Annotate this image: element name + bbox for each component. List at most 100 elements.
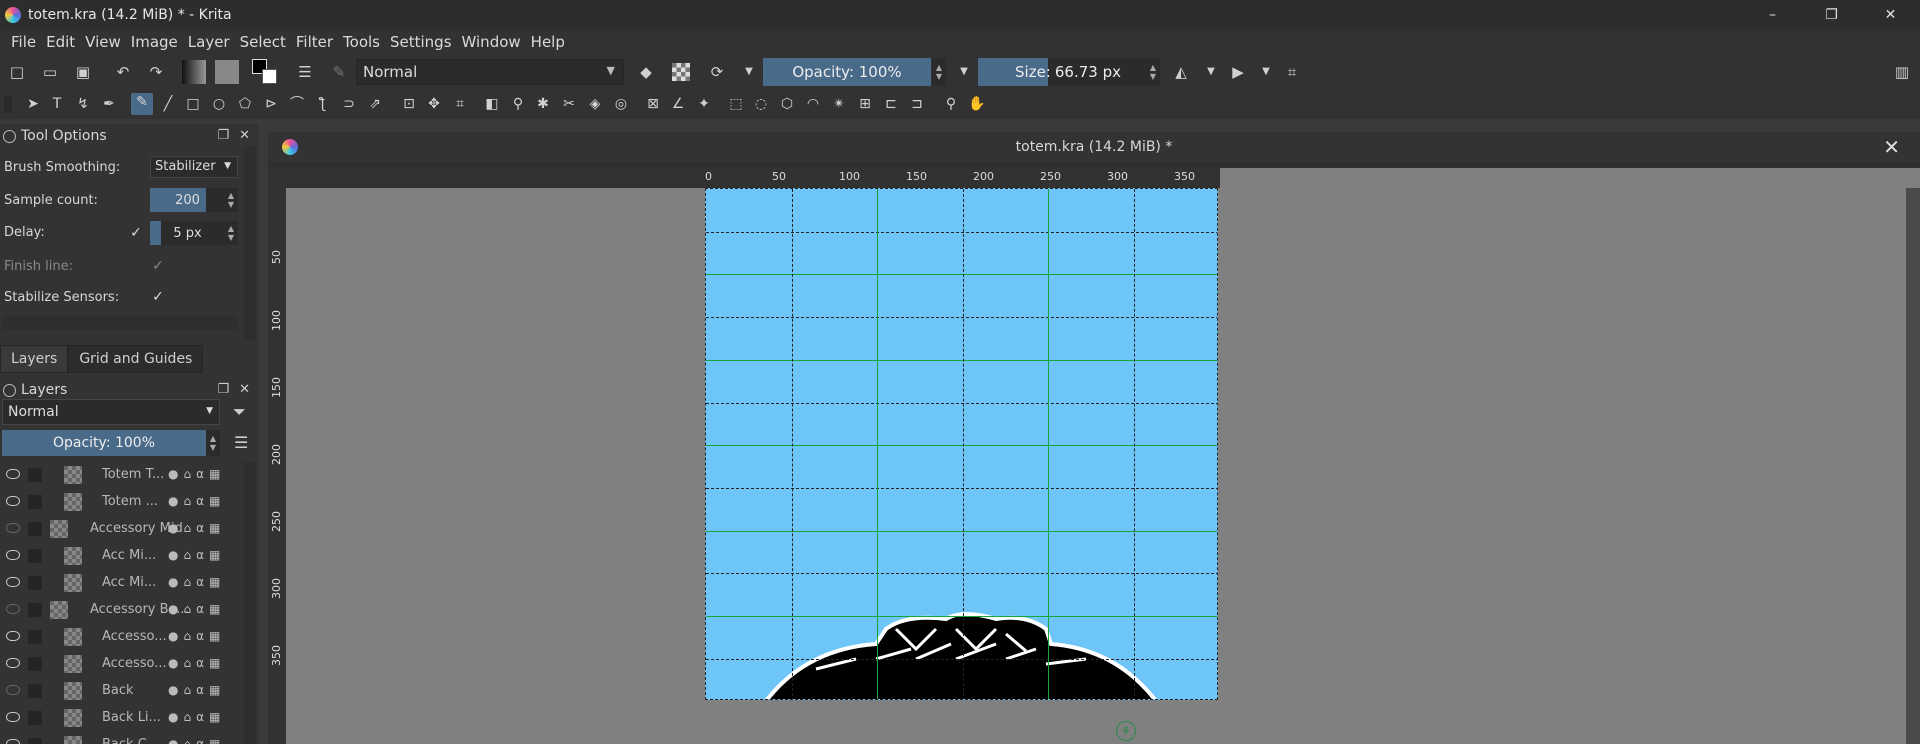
- tool-options-hscrollbar[interactable]: [2, 316, 238, 330]
- horizontal-ruler[interactable]: 0 50 100 150 200 250 300 350: [268, 168, 1220, 188]
- layer-properties-icon[interactable]: ●⌂α▦: [168, 737, 225, 744]
- eraser-mode-icon[interactable]: ◆: [637, 63, 655, 81]
- sample-count-arrows[interactable]: ▲ ▼: [224, 188, 238, 212]
- layer-menu-icon[interactable]: ☰: [234, 433, 248, 452]
- layer-properties-icon[interactable]: ●⌂α▦: [168, 494, 225, 508]
- menu-file[interactable]: File: [6, 33, 41, 51]
- reload-dropdown-icon[interactable]: ▼: [740, 63, 758, 81]
- layers-scrollbar[interactable]: [244, 462, 256, 744]
- image-canvas[interactable]: [705, 188, 1218, 700]
- layer-properties-icon[interactable]: ●⌂α▦: [168, 575, 225, 589]
- tab-grid-and-guides[interactable]: Grid and Guides: [68, 345, 204, 373]
- menu-select[interactable]: Select: [235, 33, 291, 51]
- bezier-select-tool-icon[interactable]: ⊏: [882, 95, 900, 113]
- layer-properties-icon[interactable]: ●⌂α▦: [168, 467, 225, 481]
- vertical-ruler[interactable]: 50 100 150 200 250 300 350: [268, 188, 286, 744]
- close-document-icon[interactable]: ✕: [1883, 135, 1900, 159]
- float-docker-icon[interactable]: ❐: [217, 382, 229, 397]
- ellipse-select-tool-icon[interactable]: ◌: [752, 95, 770, 113]
- open-folder-icon[interactable]: ▭: [41, 63, 59, 81]
- redo-icon[interactable]: ↷: [147, 63, 165, 81]
- layer-properties-icon[interactable]: ●⌂α▦: [168, 521, 225, 535]
- layer-properties-icon[interactable]: ●⌂α▦: [168, 602, 225, 616]
- mirror-vertical-dropdown-icon[interactable]: ▼: [1257, 63, 1275, 81]
- gradient-preset-icon[interactable]: [182, 60, 206, 84]
- undo-icon[interactable]: ↶: [114, 63, 132, 81]
- layer-select-box[interactable]: [28, 549, 42, 563]
- layer-select-box[interactable]: [28, 630, 42, 644]
- menu-settings[interactable]: Settings: [385, 33, 457, 51]
- opacity-slider[interactable]: Opacity: 100%: [763, 58, 931, 86]
- rectangle-tool-icon[interactable]: □: [184, 95, 202, 113]
- visibility-eye-icon[interactable]: [6, 712, 20, 722]
- layer-blend-mode-select[interactable]: Normal ▼: [2, 399, 220, 425]
- smart-patch-tool-icon[interactable]: ✂: [560, 95, 578, 113]
- layer-row[interactable]: Acc Mi... ●⌂α▦: [0, 543, 242, 570]
- transform-tool-icon[interactable]: ⊡: [400, 95, 418, 113]
- polyline-tool-icon[interactable]: ⊳: [262, 95, 280, 113]
- assistant-tool-icon[interactable]: ⊠: [644, 95, 662, 113]
- mirror-horizontal-icon[interactable]: ◭: [1172, 63, 1190, 81]
- menu-edit[interactable]: Edit: [41, 33, 80, 51]
- similar-select-tool-icon[interactable]: ⊞: [856, 95, 874, 113]
- polygon-tool-icon[interactable]: ⬠: [236, 95, 254, 113]
- layer-select-box[interactable]: [28, 468, 42, 482]
- menu-filter[interactable]: Filter: [291, 33, 338, 51]
- menu-view[interactable]: View: [80, 33, 126, 51]
- visibility-eye-icon[interactable]: [6, 685, 20, 695]
- mirror-vertical-icon[interactable]: ▶: [1229, 63, 1247, 81]
- layer-row[interactable]: Accessory Mid ●⌂α▦: [0, 516, 242, 543]
- freehand-path-tool-icon[interactable]: ƪ: [314, 95, 332, 113]
- mirror-horizontal-dropdown-icon[interactable]: ▼: [1202, 63, 1220, 81]
- delay-arrows[interactable]: ▲ ▼: [224, 221, 238, 245]
- layer-properties-icon[interactable]: ●⌂α▦: [168, 683, 225, 697]
- layer-row[interactable]: Accessory Bo... ●⌂α▦: [0, 597, 242, 624]
- delay-checkbox[interactable]: ✓: [128, 225, 144, 241]
- layer-row[interactable]: Back C... ●⌂α▦: [0, 732, 242, 744]
- save-icon[interactable]: ▣: [74, 63, 92, 81]
- float-docker-icon[interactable]: ❐: [217, 128, 229, 143]
- layer-row[interactable]: Back ●⌂α▦: [0, 678, 242, 705]
- blend-mode-select[interactable]: Normal ▼: [356, 59, 624, 85]
- layer-row[interactable]: Accesso... ●⌂α▦: [0, 624, 242, 651]
- zoom-tool-icon[interactable]: ⚲: [942, 95, 960, 113]
- sample-count-spinbox[interactable]: 200: [150, 188, 225, 212]
- close-docker-icon[interactable]: ✕: [239, 382, 250, 397]
- pattern-preset-icon[interactable]: [215, 60, 239, 84]
- line-tool-icon[interactable]: ╱: [159, 95, 177, 113]
- canvas-vertical-scrollbar[interactable]: [1906, 188, 1920, 744]
- visibility-eye-icon[interactable]: [6, 469, 20, 479]
- layer-select-box[interactable]: [28, 603, 42, 617]
- magnetic-select-tool-icon[interactable]: ⊐: [908, 95, 926, 113]
- gradient-tool-icon[interactable]: ◧: [483, 95, 501, 113]
- colorize-mask-tool-icon[interactable]: ✱: [534, 95, 552, 113]
- contiguous-select-tool-icon[interactable]: ✴: [830, 95, 848, 113]
- dynamic-brush-tool-icon[interactable]: ⊃: [340, 95, 358, 113]
- size-slider[interactable]: Size: 66.73 px: [978, 58, 1146, 86]
- layer-properties-icon[interactable]: ●⌂α▦: [168, 629, 225, 643]
- bezier-tool-icon[interactable]: ⌒: [288, 95, 306, 113]
- color-swatch-icon[interactable]: [252, 59, 278, 85]
- ellipse-tool-icon[interactable]: ○: [210, 95, 228, 113]
- layer-properties-icon[interactable]: ●⌂α▦: [168, 710, 225, 724]
- minimize-button[interactable]: –: [1743, 0, 1802, 29]
- visibility-eye-icon[interactable]: [6, 739, 20, 744]
- layer-opacity-slider[interactable]: Opacity: 100%: [2, 430, 206, 456]
- layer-row[interactable]: Back Li... ●⌂α▦: [0, 705, 242, 732]
- stabilize-sensors-checkbox[interactable]: ✓: [150, 289, 166, 305]
- layer-select-box[interactable]: [28, 738, 42, 744]
- alpha-lock-icon[interactable]: [672, 63, 690, 81]
- select-shapes-tool-icon[interactable]: ➤: [24, 95, 42, 113]
- enclose-fill-tool-icon[interactable]: ◎: [612, 95, 630, 113]
- reload-preset-icon[interactable]: ⟳: [708, 63, 726, 81]
- calligraphy-tool-icon[interactable]: ✒: [100, 95, 118, 113]
- layer-select-box[interactable]: [28, 522, 42, 536]
- menu-layer[interactable]: Layer: [183, 33, 235, 51]
- new-document-icon[interactable]: □: [8, 63, 26, 81]
- layer-select-box[interactable]: [28, 495, 42, 509]
- layer-properties-icon[interactable]: ●⌂α▦: [168, 548, 225, 562]
- rect-select-tool-icon[interactable]: ⬚: [727, 95, 745, 113]
- brush-smoothing-select[interactable]: Stabilizer ▼: [150, 156, 238, 178]
- visibility-eye-icon[interactable]: [6, 523, 20, 533]
- layer-select-box[interactable]: [28, 576, 42, 590]
